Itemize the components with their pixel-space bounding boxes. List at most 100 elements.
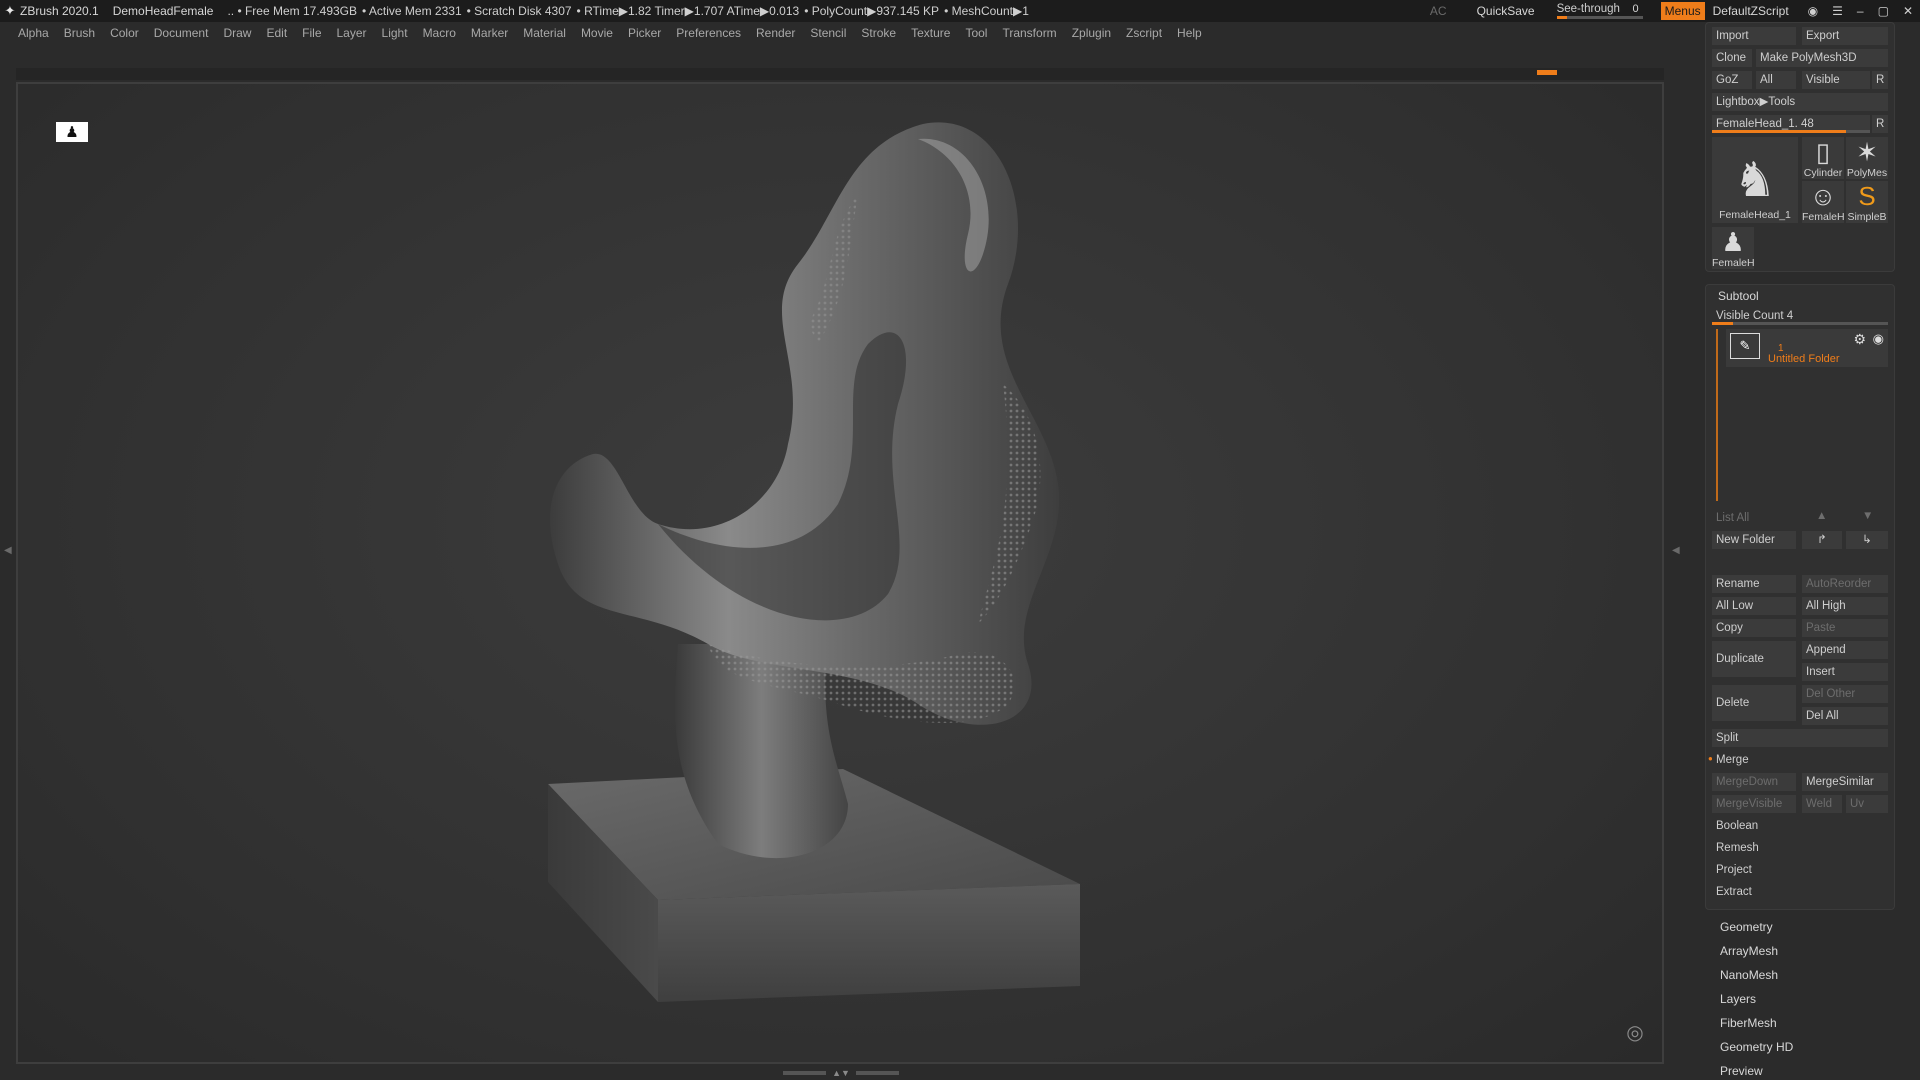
menu-material[interactable]: Material [523, 26, 566, 40]
copy-button[interactable]: Copy [1712, 619, 1796, 637]
menu-file[interactable]: File [302, 26, 321, 40]
arrow-down-right-icon[interactable]: ↳ [1846, 531, 1888, 549]
mergedown-button[interactable]: MergeDown [1712, 773, 1796, 791]
autoreorder-button[interactable]: AutoReorder [1802, 575, 1888, 593]
extract-subpalette[interactable]: Extract [1712, 883, 1888, 901]
menu-brush[interactable]: Brush [64, 26, 95, 40]
menu-layer[interactable]: Layer [337, 26, 367, 40]
subtool-header[interactable]: Subtool [1718, 289, 1759, 303]
tool-thumb-main[interactable]: ♞ FemaleHead_1 [1712, 137, 1798, 223]
tool-thumb-simplebrush[interactable]: S SimpleB [1846, 181, 1888, 223]
move-down-icon[interactable]: ▼ [1862, 510, 1873, 522]
make-polymesh-button[interactable]: Make PolyMesh3D [1756, 49, 1888, 67]
new-folder-button[interactable]: New Folder [1712, 531, 1796, 549]
menu-transform[interactable]: Transform [1002, 26, 1056, 40]
arraymesh-subpalette[interactable]: ArrayMesh [1720, 944, 1778, 958]
menu-tool[interactable]: Tool [965, 26, 987, 40]
del-other-button[interactable]: Del Other [1802, 685, 1888, 703]
canvas-viewport[interactable]: ♟ ◎ [16, 82, 1664, 1064]
import-button[interactable]: Import [1712, 27, 1796, 45]
all-low-button[interactable]: All Low [1712, 597, 1796, 615]
see-through-slider[interactable]: See-through 0 [1556, 3, 1643, 19]
clone-button[interactable]: Clone [1712, 49, 1752, 67]
quicksave-button[interactable]: QuickSave [1477, 4, 1535, 18]
goz-visible-button[interactable]: Visible [1802, 71, 1870, 89]
menus-toggle-button[interactable]: Menus [1660, 2, 1705, 20]
right-tray-arrow-icon[interactable]: ◀ [1672, 545, 1680, 556]
del-all-button[interactable]: Del All [1802, 707, 1888, 725]
menu-zscript[interactable]: Zscript [1126, 26, 1162, 40]
menu-render[interactable]: Render [756, 26, 795, 40]
left-tray-arrow-icon[interactable]: ◀ [4, 545, 12, 556]
close-icon[interactable]: ✕ [1903, 4, 1913, 18]
bottom-tray-grip[interactable]: ▲▼ [777, 1068, 905, 1078]
rename-button[interactable]: Rename [1712, 575, 1796, 593]
arrow-up-right-icon[interactable]: ↱ [1802, 531, 1842, 549]
ac-label[interactable]: AC [1430, 4, 1447, 18]
tool-thumb-cylinder[interactable]: ▯ Cylinder [1802, 137, 1844, 179]
stat-meshcount: • MeshCount▶1 [944, 4, 1029, 18]
menu-stencil[interactable]: Stencil [810, 26, 846, 40]
remesh-subpalette[interactable]: Remesh [1712, 839, 1888, 857]
eye-icon[interactable]: ◉ [1873, 331, 1884, 347]
layers-subpalette[interactable]: Layers [1720, 992, 1756, 1006]
layout-icon[interactable]: ☰ [1832, 4, 1843, 18]
figure-icon[interactable]: ♟ [56, 122, 88, 142]
uv-button[interactable]: Uv [1846, 795, 1888, 813]
move-up-icon[interactable]: ▲ [1816, 510, 1827, 522]
tool-thumb-femalehead[interactable]: ☺ FemaleH [1802, 181, 1844, 223]
menu-macro[interactable]: Macro [423, 26, 456, 40]
target-icon[interactable]: ◎ [1624, 1022, 1646, 1044]
menu-picker[interactable]: Picker [628, 26, 661, 40]
goz-button[interactable]: GoZ [1712, 71, 1752, 89]
tool-r-button[interactable]: R [1872, 115, 1888, 133]
goz-r-button[interactable]: R [1872, 71, 1888, 89]
menu-preferences[interactable]: Preferences [676, 26, 741, 40]
menu-stroke[interactable]: Stroke [861, 26, 896, 40]
menu-edit[interactable]: Edit [266, 26, 287, 40]
lightbox-tools-button[interactable]: Lightbox▶Tools [1712, 93, 1888, 111]
menu-light[interactable]: Light [382, 26, 408, 40]
visible-count-slider[interactable]: Visible Count 4 [1712, 307, 1888, 325]
goz-all-button[interactable]: All [1756, 71, 1796, 89]
subtool-list-scrollbar[interactable] [1716, 329, 1718, 501]
merge-subpalette[interactable]: Merge [1712, 751, 1888, 769]
nanomesh-subpalette[interactable]: NanoMesh [1720, 968, 1778, 982]
preview-subpalette[interactable]: Preview [1720, 1064, 1763, 1078]
menu-zplugin[interactable]: Zplugin [1072, 26, 1111, 40]
weld-button[interactable]: Weld [1802, 795, 1842, 813]
duplicate-button[interactable]: Duplicate [1712, 641, 1796, 677]
boolean-subpalette[interactable]: Boolean [1712, 817, 1888, 835]
menu-alpha[interactable]: Alpha [18, 26, 49, 40]
split-button[interactable]: Split [1712, 729, 1888, 747]
menu-draw[interactable]: Draw [223, 26, 251, 40]
menu-texture[interactable]: Texture [911, 26, 950, 40]
mergevisible-button[interactable]: MergeVisible [1712, 795, 1796, 813]
fibermesh-subpalette[interactable]: FiberMesh [1720, 1016, 1777, 1030]
all-high-button[interactable]: All High [1802, 597, 1888, 615]
tool-thumb-femalehead-2[interactable]: ♟ FemaleH [1712, 227, 1754, 269]
minimize-icon[interactable]: – [1857, 4, 1864, 18]
paste-button[interactable]: Paste [1802, 619, 1888, 637]
menu-movie[interactable]: Movie [581, 26, 613, 40]
maximize-icon[interactable]: ▢ [1878, 4, 1889, 18]
menu-marker[interactable]: Marker [471, 26, 508, 40]
tool-thumb-polymesh[interactable]: ✶ PolyMes [1846, 137, 1888, 179]
default-zscript-button[interactable]: DefaultZScript [1713, 4, 1789, 18]
geometry-subpalette[interactable]: Geometry [1720, 920, 1773, 934]
mergesimilar-button[interactable]: MergeSimilar [1802, 773, 1888, 791]
gear-icon[interactable]: ⚙ [1853, 331, 1866, 348]
menu-help[interactable]: Help [1177, 26, 1202, 40]
list-all-button[interactable]: List All [1712, 509, 1796, 527]
current-tool-slider[interactable]: FemaleHead_1. 48 [1712, 115, 1870, 133]
delete-button[interactable]: Delete [1712, 685, 1796, 721]
menu-document[interactable]: Document [154, 26, 209, 40]
menu-color[interactable]: Color [110, 26, 139, 40]
subtool-folder-row[interactable]: ✎ 1 Untitled Folder ⚙ ◉ [1726, 329, 1888, 367]
geometry-hd-subpalette[interactable]: Geometry HD [1720, 1040, 1793, 1054]
insert-button[interactable]: Insert [1802, 663, 1888, 681]
project-subpalette[interactable]: Project [1712, 861, 1888, 879]
popup-info-icon[interactable]: ◉ [1808, 4, 1818, 18]
export-button[interactable]: Export [1802, 27, 1888, 45]
append-button[interactable]: Append [1802, 641, 1888, 659]
